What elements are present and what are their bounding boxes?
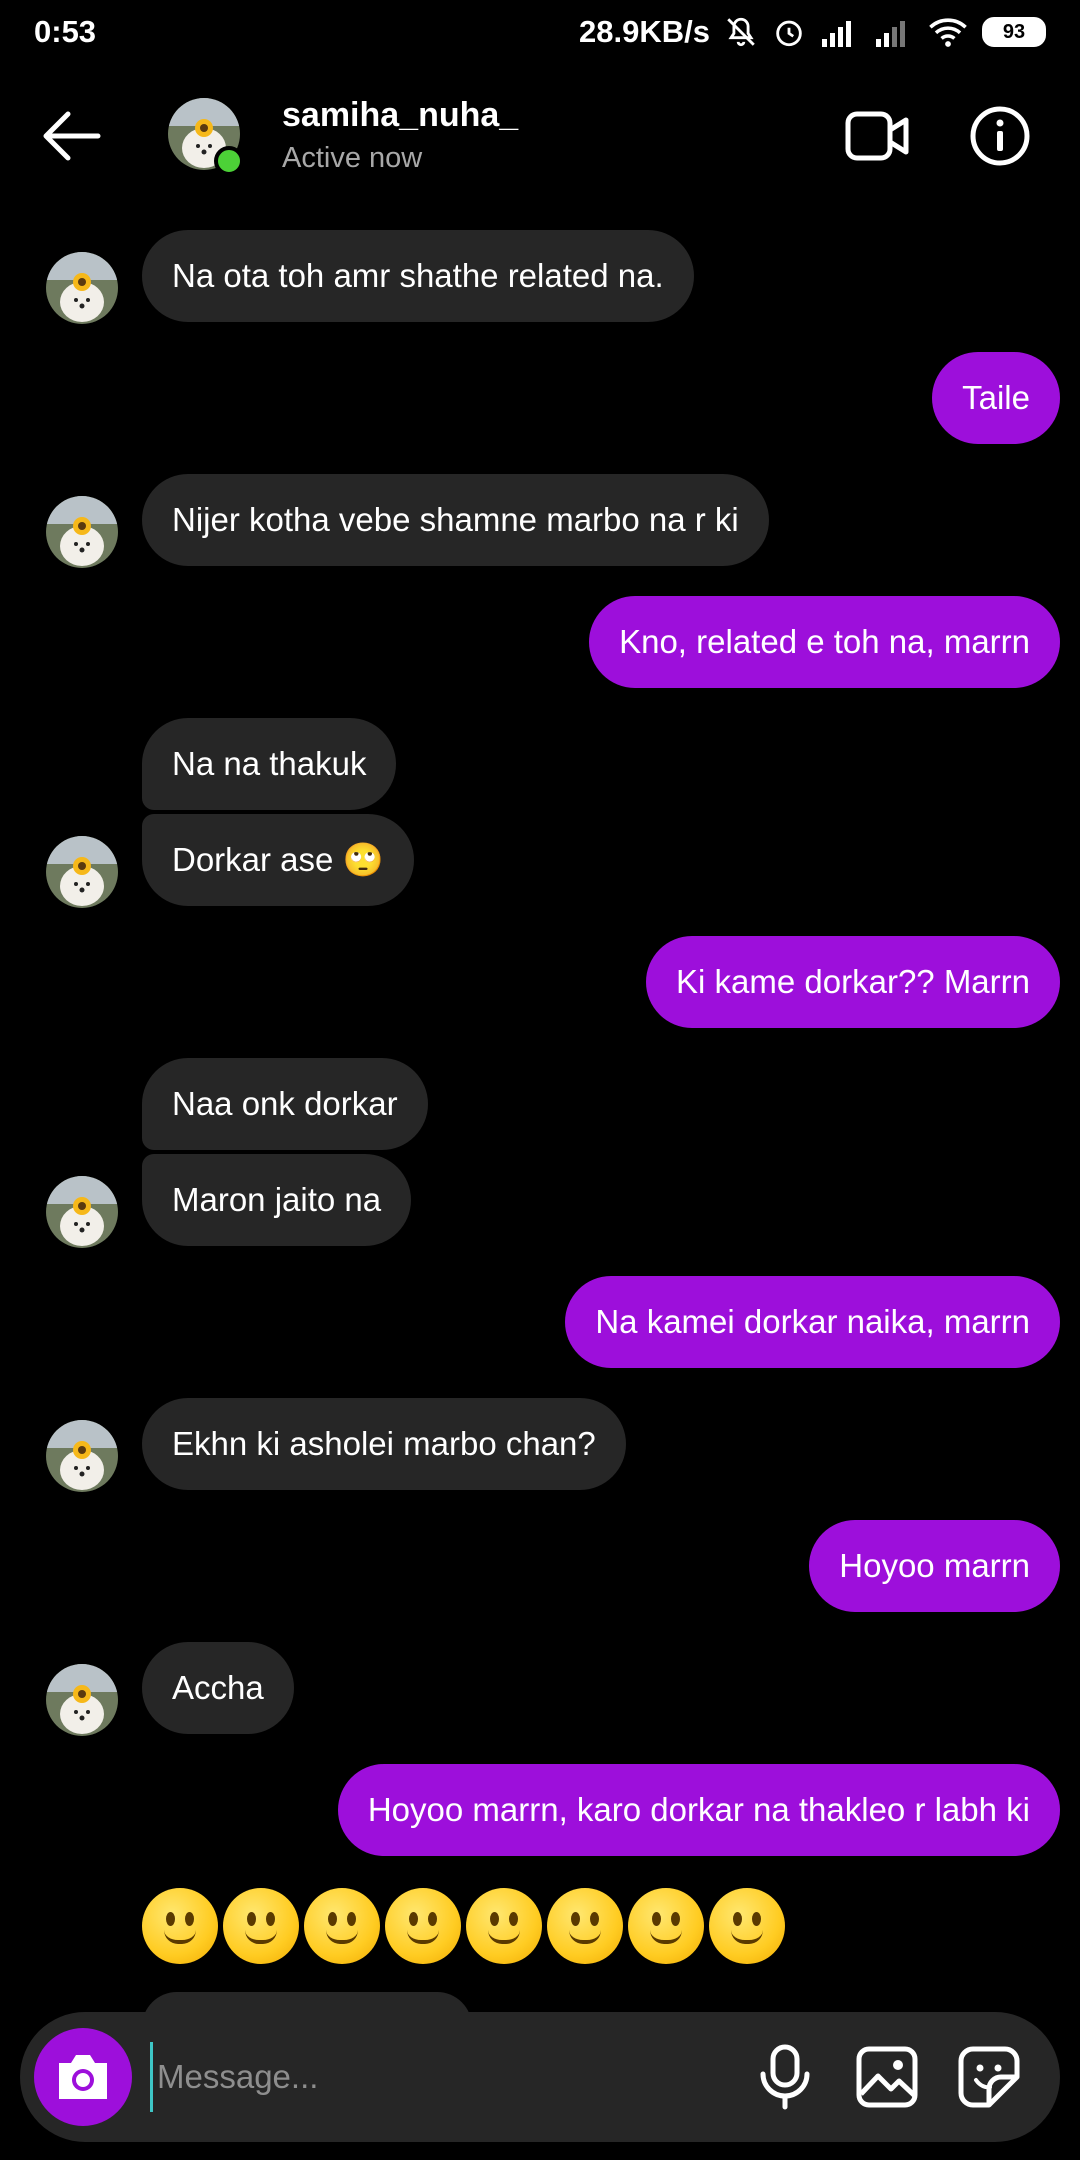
camera-icon (59, 2055, 107, 2099)
slightly-smiling-face-icon (709, 1888, 785, 1964)
outgoing-message[interactable]: Na kamei dorkar naika, marrn (565, 1276, 1060, 1368)
incoming-message[interactable]: Nijer kotha vebe shamne marbo na r ki (142, 474, 769, 566)
microphone-icon (760, 2044, 810, 2110)
avatar[interactable] (46, 836, 118, 908)
slightly-smiling-face-icon (304, 1888, 380, 1964)
alarm-icon (772, 15, 806, 49)
wifi-icon (928, 16, 968, 48)
video-call-button[interactable] (844, 108, 910, 164)
info-icon (970, 106, 1030, 166)
status-icons: 28.9KB/s 93 (579, 14, 1046, 50)
incoming-message[interactable]: Ekhn ki asholei marbo chan? (142, 1398, 626, 1490)
slightly-smiling-face-icon (385, 1888, 461, 1964)
gallery-button[interactable] (854, 2044, 920, 2110)
incoming-message[interactable]: Naa onk dorkar (142, 1058, 428, 1150)
battery-icon: 93 (982, 17, 1046, 47)
dog-avatar-icon (46, 1420, 118, 1492)
dog-avatar-icon (46, 496, 118, 568)
incoming-message[interactable]: Accha (142, 1642, 294, 1734)
status-bar: 0:53 28.9KB/s 93 (0, 0, 1080, 64)
contact-username[interactable]: samiha_nuha_ (282, 96, 518, 135)
signal-icon (874, 17, 914, 47)
info-button[interactable] (968, 104, 1032, 168)
incoming-message[interactable]: Na ota toh amr shathe related na. (142, 230, 694, 322)
dog-avatar-icon (46, 836, 118, 908)
image-icon (856, 2046, 918, 2108)
slightly-smiling-face-icon (547, 1888, 623, 1964)
mute-icon (724, 15, 758, 49)
incoming-message[interactable]: Maron jaito na (142, 1154, 412, 1246)
incoming-message[interactable]: Dorkar ase 🙄 (142, 814, 414, 906)
sticker-icon (958, 2046, 1020, 2108)
slightly-smiling-face-icon (142, 1888, 218, 1964)
chat-screen: 0:53 28.9KB/s 93 samiha_nuha_ Active now… (0, 0, 1080, 2160)
online-indicator (214, 146, 244, 176)
outgoing-message[interactable]: Kno, related e toh na, marrn (589, 596, 1060, 688)
chat-header: samiha_nuha_ Active now (0, 86, 1080, 186)
slightly-smiling-face-icon (628, 1888, 704, 1964)
dog-avatar-icon (46, 252, 118, 324)
arrow-left-icon (43, 111, 101, 161)
outgoing-message[interactable]: Ki kame dorkar?? Marrn (646, 936, 1060, 1028)
avatar[interactable] (46, 252, 118, 324)
contact-activity-status: Active now (282, 142, 423, 174)
slightly-smiling-face-icon (466, 1888, 542, 1964)
message-input[interactable] (150, 2042, 710, 2112)
camera-button[interactable] (34, 2028, 132, 2126)
outgoing-message[interactable]: Hoyoo marrn (809, 1520, 1060, 1612)
sticker-button[interactable] (956, 2044, 1022, 2110)
avatar[interactable] (46, 496, 118, 568)
dog-avatar-icon (46, 1664, 118, 1736)
network-speed: 28.9KB/s (579, 14, 710, 49)
slightly-smiling-face-icon (223, 1888, 299, 1964)
outgoing-message[interactable]: Hoyoo marrn, karo dorkar na thakleo r la… (337, 1764, 1060, 1856)
signal-icon (820, 17, 860, 47)
video-camera-icon (845, 111, 909, 161)
avatar[interactable] (46, 1176, 118, 1248)
back-button[interactable] (38, 108, 104, 164)
emoji-message[interactable] (142, 1888, 785, 1964)
avatar[interactable] (46, 1420, 118, 1492)
outgoing-message[interactable]: Taile (932, 352, 1060, 444)
voice-message-button[interactable] (754, 2044, 816, 2110)
message-composer (20, 2012, 1060, 2142)
status-time: 0:53 (34, 14, 97, 49)
incoming-message[interactable]: Na na thakuk (142, 718, 397, 810)
dog-avatar-icon (46, 1176, 118, 1248)
avatar[interactable] (46, 1664, 118, 1736)
